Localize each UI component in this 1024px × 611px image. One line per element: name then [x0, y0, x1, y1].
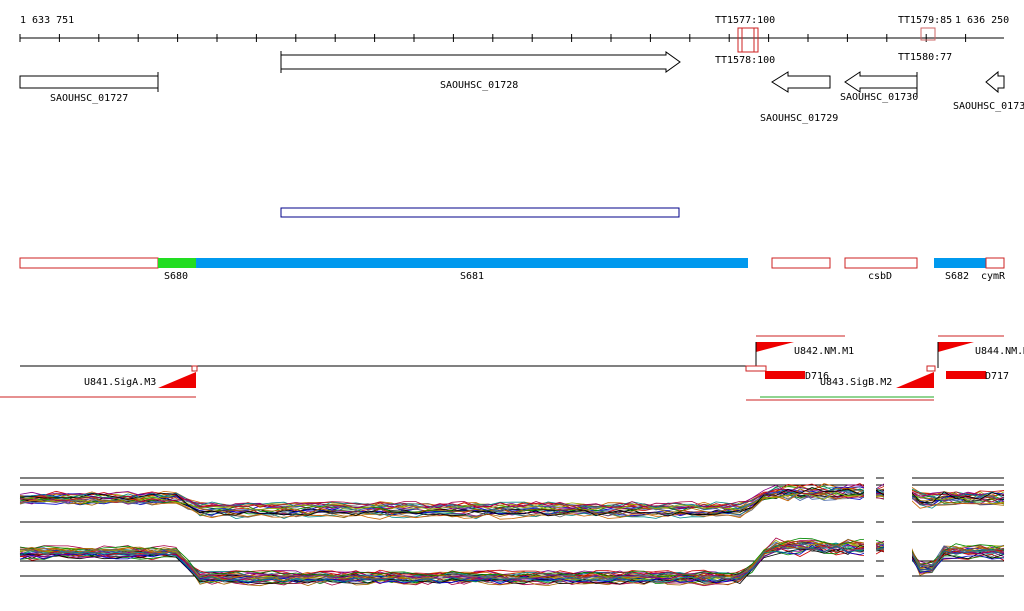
terminator-label-tt1578: TT1578:100 — [715, 55, 775, 66]
terminator-label-tt1577: TT1577:100 — [715, 15, 775, 26]
terminator-marker-tt1578[interactable] — [741, 27, 755, 53]
segment-csbd[interactable] — [844, 257, 918, 269]
terminator-label-tt1579: TT1579:85 — [898, 15, 952, 26]
gene-label-saouhsc-01730: SAOUHSC_01730 — [840, 92, 918, 103]
downshift-tick — [745, 365, 767, 372]
segment-label-s681: S681 — [460, 271, 484, 282]
promoter-u842-nm-m1[interactable] — [756, 342, 794, 352]
position-ruler: 1 633 751 1 636 250 — [19, 15, 1009, 42]
gene-label-saouhsc-01727: SAOUHSC_01727 — [50, 93, 128, 104]
segment-track: S680 S681 csbD S682 cymR — [19, 257, 1006, 282]
genome-browser-view: 1 633 751 1 636 250 TT1577:100 TT1578:10… — [0, 15, 1024, 587]
downshift-tick — [926, 365, 936, 372]
segment-s681[interactable] — [196, 258, 748, 268]
gene-track: SAOUHSC_01727 SAOUHSC_01728 SAOUHSC_0172… — [19, 51, 1024, 124]
downshift-d717[interactable] — [946, 371, 986, 379]
terminator-track: TT1577:100 TT1578:100 TT1579:85 TT1580:7… — [715, 15, 952, 66]
segment-unlabeled[interactable] — [19, 257, 159, 269]
downshift-d716[interactable] — [765, 371, 805, 379]
gene-saouhsc-01728[interactable] — [280, 51, 681, 73]
ruler-end-label: 1 636 250 — [955, 15, 1009, 26]
segment-s682[interactable] — [934, 258, 986, 268]
promoter-track: U841.SigA.M3 U842.NM.M1 D716 U843.SigB.M… — [0, 335, 1024, 401]
annotation-region-box[interactable] — [280, 207, 680, 218]
terminator-marker-tt1577[interactable] — [737, 27, 759, 53]
segment-label-cymr: cymR — [981, 271, 1006, 282]
expression-profiles — [19, 470, 1005, 587]
gene-saouhsc-01727[interactable] — [19, 75, 159, 89]
gene-saouhsc-01731[interactable] — [985, 70, 1005, 94]
gene-saouhsc-01729[interactable] — [771, 71, 831, 93]
promoter-u844-nm-m1[interactable] — [938, 342, 974, 352]
profile-gap — [864, 470, 876, 585]
promoter-label-u844: U844.NM.M1 — [975, 346, 1024, 357]
gene-saouhsc-01730[interactable] — [844, 71, 918, 93]
segment-s680[interactable] — [158, 258, 196, 268]
segment-label-s682: S682 — [945, 271, 969, 282]
promoter-label-u841: U841.SigA.M3 — [84, 377, 156, 388]
ruler-start-label: 1 633 751 — [20, 15, 74, 26]
segment-cymr[interactable] — [985, 257, 1005, 269]
downshift-label-d717: D717 — [985, 371, 1009, 382]
promoter-label-u842: U842.NM.M1 — [794, 346, 854, 357]
promoter-u841-sigA-m3[interactable] — [158, 372, 196, 388]
promoter-tick — [191, 365, 198, 372]
terminator-label-tt1580: TT1580:77 — [898, 52, 952, 63]
profile-gap — [884, 470, 912, 585]
profile-lines — [19, 483, 1005, 587]
gene-label-saouhsc-01728: SAOUHSC_01728 — [440, 80, 518, 91]
segment-unlabeled[interactable] — [771, 257, 831, 269]
segment-label-csbd: csbD — [868, 271, 892, 282]
segment-label-s680: S680 — [164, 271, 188, 282]
promoter-label-u843: U843.SigB.M2 — [820, 377, 892, 388]
gene-label-saouhsc-01731: SAOUHSC_01731 — [953, 101, 1024, 112]
promoter-u843-sigB-m2[interactable] — [896, 372, 934, 388]
gene-label-saouhsc-01729: SAOUHSC_01729 — [760, 113, 838, 124]
